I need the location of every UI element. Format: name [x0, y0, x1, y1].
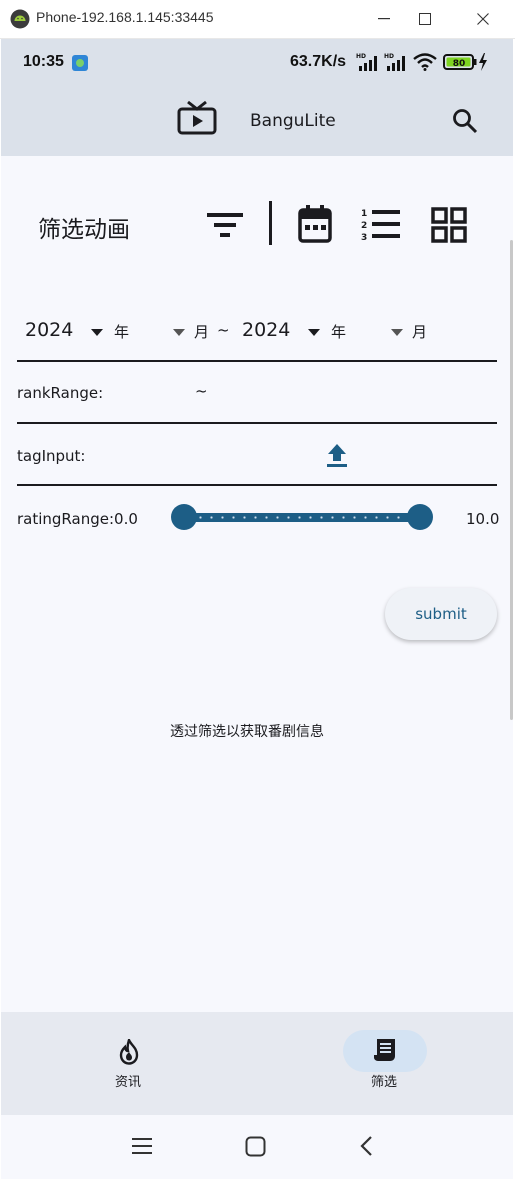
rank-range-separator: ~ [195, 382, 208, 400]
status-time: 10:35 [23, 53, 64, 70]
home-icon[interactable] [245, 1136, 267, 1162]
nav-item-filter[interactable]: 筛选 [343, 1026, 427, 1090]
android-icon [10, 9, 30, 33]
svg-text:HD: HD [356, 53, 366, 60]
year-label-start: 年 [114, 323, 130, 341]
nav-label-news: 资讯 [115, 1075, 142, 1090]
charging-icon [478, 53, 488, 75]
signal-icon: HD [356, 52, 380, 76]
page-title: 筛选动画 [38, 217, 130, 243]
fire-icon [117, 1036, 141, 1069]
receipt-icon [373, 1038, 397, 1068]
date-range-separator: ~ [217, 321, 230, 339]
slider-tick-marks [195, 516, 409, 519]
start-year-value: 2024 [25, 319, 74, 341]
svg-text:3: 3 [361, 233, 367, 241]
slider-max-thumb[interactable] [407, 504, 433, 530]
battery-icon: 80 [443, 53, 479, 75]
start-year-dropdown[interactable]: 2024 [25, 316, 111, 346]
window-titlebar: Phone-192.168.1.145:33445 [0, 0, 515, 39]
numbered-list-icon[interactable]: 1 2 3 [361, 207, 401, 245]
tag-input-label: tagInput: [17, 447, 86, 465]
start-month-dropdown[interactable]: 月 [171, 316, 221, 346]
search-icon[interactable] [451, 107, 479, 139]
minimize-button[interactable] [364, 4, 404, 34]
phone-screen: 10:35 63.7K/s HD HD 80 BanguLite 筛选动画 1 … [1, 39, 513, 1179]
window-title: Phone-192.168.1.145:33445 [36, 9, 214, 25]
empty-hint-text: 透过筛选以获取番剧信息 [170, 724, 324, 740]
rating-range-slider[interactable] [171, 504, 433, 532]
date-row-underline [17, 360, 497, 362]
dropdown-caret-icon [308, 329, 320, 336]
end-year-value: 2024 [242, 319, 291, 341]
end-year-dropdown[interactable]: 2024 [242, 316, 328, 346]
svg-text:1: 1 [361, 209, 367, 219]
rank-range-label: rankRange: [17, 384, 104, 402]
app-title: BanguLite [250, 111, 336, 131]
dropdown-caret-icon [173, 329, 185, 336]
maximize-button[interactable] [405, 4, 445, 34]
net-speed: 63.7K/s [290, 53, 347, 70]
grid-view-icon[interactable] [431, 207, 467, 247]
filter-sort-icon[interactable] [207, 211, 243, 243]
submit-button[interactable]: submit [385, 588, 497, 640]
rank-row-underline [17, 422, 497, 424]
tag-row-underline [17, 484, 497, 486]
system-navigation-bar [1, 1115, 513, 1179]
bottom-navigation: 资讯 筛选 [1, 1012, 513, 1115]
rating-range-label: ratingRange:0.0 [17, 510, 138, 528]
close-button[interactable] [463, 4, 503, 34]
status-bar: 10:35 63.7K/s HD HD 80 [1, 39, 513, 85]
app-notification-icon [72, 55, 88, 75]
slider-min-thumb[interactable] [171, 504, 197, 530]
svg-text:2: 2 [361, 221, 367, 231]
upload-icon[interactable] [326, 443, 348, 473]
signal-icon-2: HD [384, 52, 408, 76]
svg-text:HD: HD [384, 53, 394, 60]
year-label-end: 年 [331, 323, 347, 341]
nav-item-news[interactable]: 资讯 [87, 1026, 171, 1090]
dropdown-caret-icon [91, 329, 103, 336]
nav-label-filter: 筛选 [371, 1075, 398, 1090]
tag-input[interactable] [111, 440, 311, 470]
calendar-icon[interactable] [298, 205, 332, 247]
recent-apps-icon[interactable] [132, 1137, 154, 1159]
month-label-start: 月 [194, 323, 210, 341]
end-month-dropdown[interactable]: 月 [389, 316, 439, 346]
window-scrollbar[interactable] [510, 240, 513, 720]
wifi-icon [413, 53, 437, 75]
rank-max-input[interactable] [216, 378, 486, 408]
rank-min-input[interactable] [111, 378, 191, 408]
month-label-end: 月 [412, 323, 428, 341]
divider [269, 201, 272, 245]
svg-text:80: 80 [453, 59, 466, 69]
rating-max-value: 10.0 [466, 510, 500, 528]
tv-logo-icon [176, 98, 218, 142]
filter-page: 筛选动画 1 2 3 2024 年 月 ~ 2024 年 月 rankRange: … [1, 156, 513, 1012]
app-bar: BanguLite [1, 85, 513, 156]
back-icon[interactable] [359, 1135, 373, 1161]
dropdown-caret-icon [391, 329, 403, 336]
